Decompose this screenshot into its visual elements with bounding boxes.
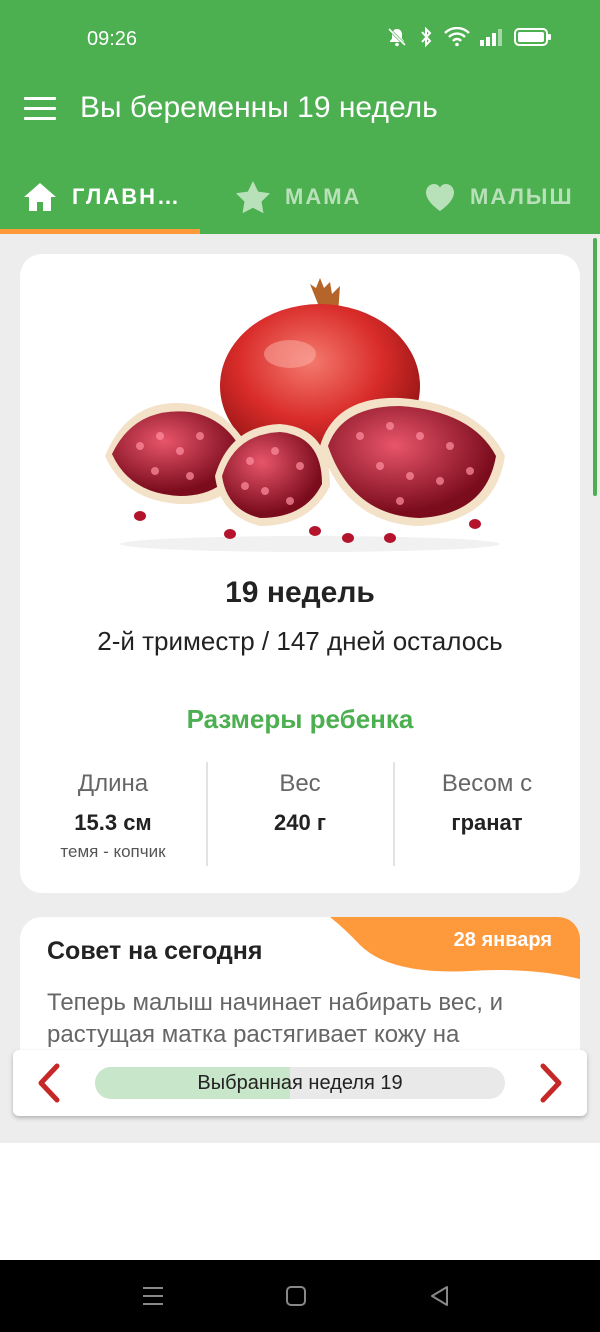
page-title: Вы беременны 19 недель <box>80 91 438 124</box>
selected-week-label: Выбранная неделя 19 <box>197 1072 403 1094</box>
stat-weight: Вес 240 г <box>207 762 393 836</box>
stat-comparison: Весом с гранат <box>394 762 580 836</box>
previous-week-button[interactable] <box>29 1063 69 1103</box>
stat-length-value: 15.3 см <box>74 810 152 835</box>
blank-area <box>0 1143 600 1260</box>
mute-bell-icon <box>387 27 407 47</box>
tab-home[interactable]: ГЛАВН… <box>22 160 181 234</box>
home-icon <box>24 183 56 211</box>
heart-icon <box>426 184 454 211</box>
status-time: 09:26 <box>87 28 138 50</box>
tip-text: Теперь малыш начинает набирать вес, и ра… <box>47 989 503 1048</box>
stat-comparison-value: гранат <box>451 810 523 835</box>
home-button-icon[interactable] <box>285 1284 307 1308</box>
bluetooth-icon <box>421 26 432 48</box>
status-bar: 09:26 <box>0 0 600 80</box>
week-selector: Выбранная неделя 19 <box>13 1050 587 1116</box>
stat-weight-label: Вес <box>279 770 321 797</box>
menu-icon[interactable] <box>24 97 56 123</box>
stat-length-label: Длина <box>77 770 149 797</box>
tab-mama[interactable]: МАМА <box>235 160 361 234</box>
app-header: 09:26 Вы беременны 19 недель ГЛАВН… МАМА… <box>0 0 600 234</box>
tab-baby[interactable]: МАЛЫШ <box>424 160 574 234</box>
week-card: 19 недель 2-й триместр / 147 дней остало… <box>20 254 580 893</box>
stat-length-note: темя - копчик <box>60 842 166 861</box>
week-progress[interactable]: Выбранная неделя 19 <box>95 1067 505 1099</box>
stat-comparison-label: Весом с <box>441 770 533 797</box>
battery-icon <box>514 28 551 46</box>
tip-title: Совет на сегодня <box>47 937 263 965</box>
stat-weight-value: 240 г <box>274 810 326 835</box>
week-subtitle: 2-й триместр / 147 дней осталось <box>97 626 503 656</box>
tab-baby-label: МАЛЫШ <box>470 184 574 209</box>
tab-bar: ГЛАВН… МАМА МАЛЫШ <box>0 160 600 234</box>
star-icon <box>236 181 270 214</box>
app-bar: Вы беременны 19 недель <box>0 80 600 142</box>
baby-stats: Длина 15.3 см темя - копчик Вес 240 г Ве… <box>20 762 580 872</box>
week-title: 19 недель <box>225 576 375 609</box>
wifi-icon <box>444 27 470 47</box>
signal-icon <box>480 29 502 46</box>
tab-indicator <box>0 229 200 234</box>
scrollbar[interactable] <box>593 238 597 496</box>
next-week-button[interactable] <box>531 1063 571 1103</box>
status-icons <box>386 26 552 48</box>
tip-date: 28 января <box>453 929 552 951</box>
baby-sizes-title: Размеры ребенка <box>186 704 414 734</box>
tab-mama-label: МАМА <box>285 184 362 209</box>
recent-apps-icon[interactable] <box>142 1284 164 1308</box>
tab-home-label: ГЛАВН… <box>72 184 182 209</box>
system-nav-bar <box>0 1260 600 1332</box>
back-icon[interactable] <box>428 1284 450 1308</box>
stat-length: Длина 15.3 см темя - копчик <box>20 762 206 862</box>
pomegranate-image <box>105 278 505 552</box>
